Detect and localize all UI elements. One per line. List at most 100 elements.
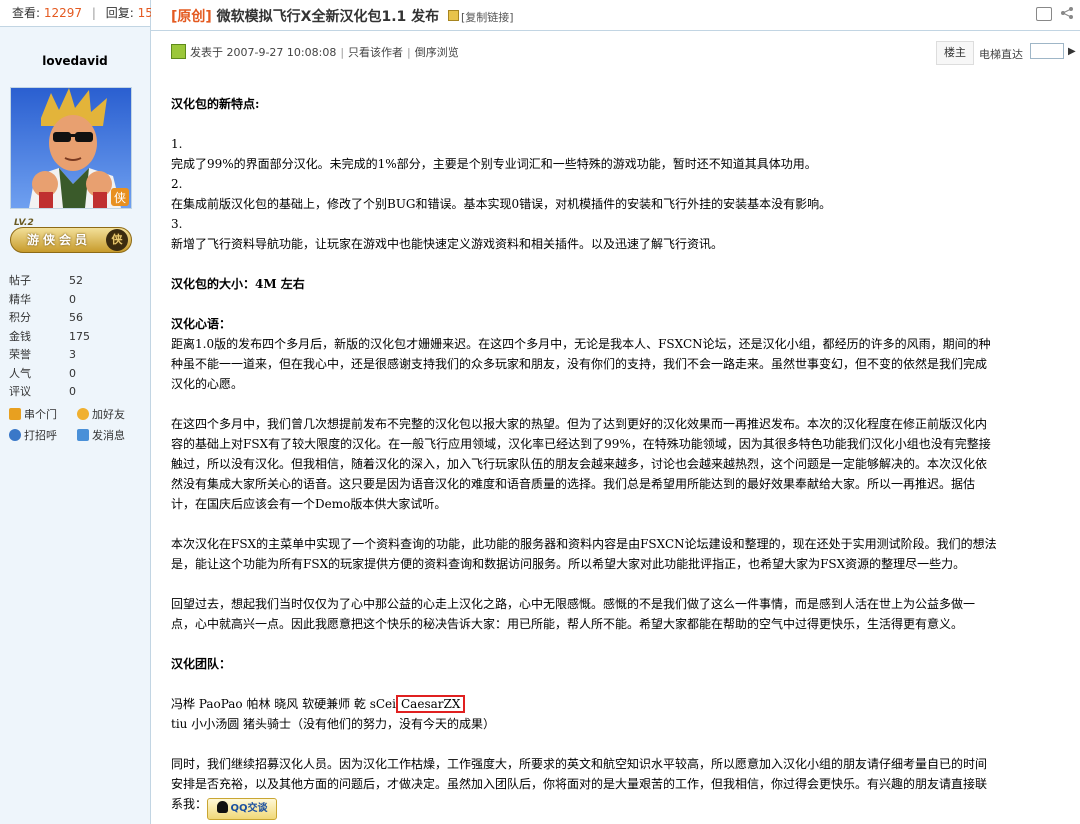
- stat-label: 评议: [9, 385, 31, 398]
- stat-label: 积分: [9, 311, 31, 324]
- qq-penguin-icon: [216, 801, 228, 813]
- online-status-icon: [171, 44, 186, 59]
- copy-link-label: [复制链接]: [461, 11, 514, 24]
- stat-posts: 帖子 52: [9, 272, 139, 291]
- message-label: 发消息: [92, 429, 125, 442]
- paragraph-line: 系我： QQ交谈: [171, 794, 1080, 820]
- post-meta: 发表于 2007-9-27 10:08:08 | 只看该作者 | 倒序浏览: [171, 44, 459, 60]
- thread-header: [原创] 微软模拟飞行X全新汉化包1.1 发布 [复制链接]: [151, 0, 1080, 31]
- house-icon: [9, 408, 21, 420]
- features-heading: 汉化包的新特点:: [171, 97, 260, 111]
- stat-value: 56: [69, 311, 83, 324]
- stat-value: 0: [69, 366, 76, 380]
- team-heading: 汉化团队：: [171, 657, 232, 671]
- qq-chat-label: QQ交谈: [230, 803, 268, 814]
- stat-money: 金钱 175: [9, 328, 139, 347]
- stat-label: 人气: [9, 366, 31, 380]
- copy-link-button[interactable]: [复制链接]: [448, 10, 514, 24]
- post-date: 发表于 2007-9-27 10:08:08: [190, 46, 337, 59]
- post-content: 汉化包的新特点: 1. 完成了99%的界面部分汉化。未完成的1%部分，主要是个别…: [171, 94, 1080, 820]
- feature-number: 3.: [171, 217, 183, 231]
- author-username[interactable]: lovedavid: [0, 54, 150, 68]
- views-label: 查看:: [12, 6, 41, 20]
- add-friend-link[interactable]: 加好友: [77, 404, 145, 425]
- stat-label: 金钱: [9, 329, 31, 343]
- views-count: 12297: [43, 6, 83, 20]
- paragraph-line: 容的基础上对FSX有了较大限度的汉化。在一般飞行应用领域，汉化率已经达到了99%…: [171, 437, 991, 451]
- floor-jump-label: 电梯直达: [979, 48, 1023, 61]
- stat-value: 175: [69, 329, 90, 343]
- svg-text:侠: 侠: [114, 191, 126, 205]
- rank-label: 游侠会员: [27, 233, 92, 247]
- contact-label: 系我：: [171, 797, 208, 811]
- share-icon[interactable]: [1060, 6, 1074, 20]
- replies-label: 回复:: [105, 6, 134, 20]
- floor-label: 楼主: [936, 41, 974, 65]
- feature-number: 2.: [171, 177, 183, 191]
- feature-text: 新增了飞行资料导航功能，让玩家在游戏中也能快速定义游戏资料和相关插件。以及迅速了…: [171, 237, 724, 251]
- avatar-image: 侠: [11, 88, 131, 208]
- heart-heading: 汉化心语：: [171, 317, 232, 331]
- reverse-order-link[interactable]: 倒序浏览: [415, 46, 459, 59]
- author-sidebar: 查看: 12297 | 回复: 15 lovedavid 侠 LV.2 游侠会员…: [0, 0, 153, 824]
- team-line: tiu 小小汤圆 猪头骑士（没有他们的努力，没有今天的成果）: [171, 717, 496, 731]
- greet-label: 打招呼: [24, 429, 57, 442]
- thread-title-text: 微软模拟飞行X全新汉化包1.1 发布: [216, 9, 440, 25]
- stat-points: 积分 56: [9, 309, 139, 328]
- stat-popularity: 人气 0: [9, 365, 139, 384]
- lock-icon: [448, 10, 460, 21]
- greet-link[interactable]: 打招呼: [9, 425, 77, 446]
- stat-label: 精华: [9, 292, 31, 306]
- stat-value: 3: [69, 348, 76, 361]
- paragraph-line: 回望过去，想起我们当时仅仅为了心中那公益的心走上汉化之路，心中无限感慨。感慨的不…: [171, 597, 976, 611]
- add-friend-icon: [77, 408, 89, 420]
- greet-icon: [9, 429, 21, 441]
- user-actions: 串个门 加好友 打招呼 发消息: [9, 404, 149, 446]
- paragraph-line: 种虽不能一一道来，但在我心中，还是很感谢支持我们的众多玩家和朋友，没有你们的支持…: [171, 357, 988, 371]
- stat-label: 帖子: [9, 274, 31, 287]
- visit-link[interactable]: 串个门: [9, 404, 77, 425]
- floor-jump-arrow-icon[interactable]: ▶: [1068, 46, 1076, 57]
- only-author-link[interactable]: 只看该作者: [348, 46, 403, 59]
- size-heading: 汉化包的大小：4M 左右: [171, 277, 305, 291]
- author-stats: 帖子 52 精华 0 积分 56 金钱 175 荣誉 3 人气 0 评议 0: [9, 272, 139, 402]
- stat-value: 0: [69, 292, 76, 306]
- paragraph-line: 同时，我们继续招募汉化人员。因为汉化工作枯燥，工作强度大，所要求的英文和航空知识…: [171, 757, 988, 771]
- meta-divider: |: [340, 46, 345, 59]
- original-tag: [原创]: [171, 9, 212, 25]
- stat-honor: 荣誉 3: [9, 346, 139, 365]
- paragraph-line: 本次汉化在FSX的主菜单中实现了一个资料查询的功能，此功能的服务器和资料内容是由…: [171, 537, 997, 551]
- floor-jump-input[interactable]: [1030, 43, 1064, 59]
- paragraph-line: 点，心中就高兴一点。因此我愿意把这个快乐的秘决告诉大家：用已所能，帮人所不能。希…: [171, 617, 964, 631]
- team-line: 冯桦 PaoPao 帕林 晓风 软硬兼师 乾 sCei CaesarZX: [171, 694, 1080, 714]
- print-icon[interactable]: [1036, 7, 1052, 21]
- meta-divider: |: [407, 46, 411, 59]
- paragraph-line: 安排是否充裕，以及其他方面的问题后，才做决定。虽然加入团队后，你将面对的是大量艰…: [171, 777, 988, 791]
- visit-label: 串个门: [24, 408, 57, 421]
- paragraph-line: 计，在国庆后应该会有一个Demo版本供大家试听。: [171, 497, 447, 511]
- stat-reviews: 评议 0: [9, 383, 139, 402]
- paragraph-line: 是，能让这个功能为所有FSX的玩家提供方便的资料查询和数据访问服务。所以希望大家…: [171, 557, 966, 571]
- message-link[interactable]: 发消息: [77, 425, 145, 446]
- message-icon: [77, 429, 89, 441]
- qq-chat-button[interactable]: QQ交谈: [207, 798, 278, 820]
- stat-digest: 精华 0: [9, 291, 139, 310]
- highlighted-member: CaesarZX: [396, 695, 466, 713]
- rank-emblem: 侠: [106, 229, 128, 251]
- stat-value: 52: [69, 274, 83, 287]
- stats-divider: |: [91, 6, 96, 20]
- feature-number: 1.: [171, 137, 183, 151]
- feature-text: 完成了99%的界面部分汉化。未完成的1%部分，主要是个别专业词汇和一些特殊的游戏…: [171, 157, 817, 171]
- avatar[interactable]: 侠: [10, 87, 132, 209]
- paragraph-line: 汉化的心愿。: [171, 377, 244, 391]
- feature-text: 在集成前版汉化包的基础上，修改了个别BUG和错误。基本实现0错误，对机模插件的安…: [171, 197, 832, 211]
- stat-value: 0: [69, 385, 76, 398]
- stat-label: 荣誉: [9, 348, 31, 361]
- add-friend-label: 加好友: [92, 408, 125, 421]
- rank-badge: 游侠会员 侠: [10, 227, 132, 253]
- thread-stats: 查看: 12297 | 回复: 15: [0, 0, 153, 27]
- thread-title: [原创] 微软模拟飞行X全新汉化包1.1 发布 [复制链接]: [171, 6, 514, 26]
- paragraph-line: 在这四个多月中，我们曾几次想提前发布不完整的汉化包以报大家的热望。但为了达到更好…: [171, 417, 988, 431]
- paragraph-line: 触过，所以没有汉化。但我相信，随着汉化的深入，加入飞行玩家队伍的朋友会越来越多，…: [171, 457, 988, 471]
- paragraph-line: 然没有集成大家所关心的语音。这只要是因为语音汉化的难度和语音质量的选择。我们总是…: [171, 477, 976, 491]
